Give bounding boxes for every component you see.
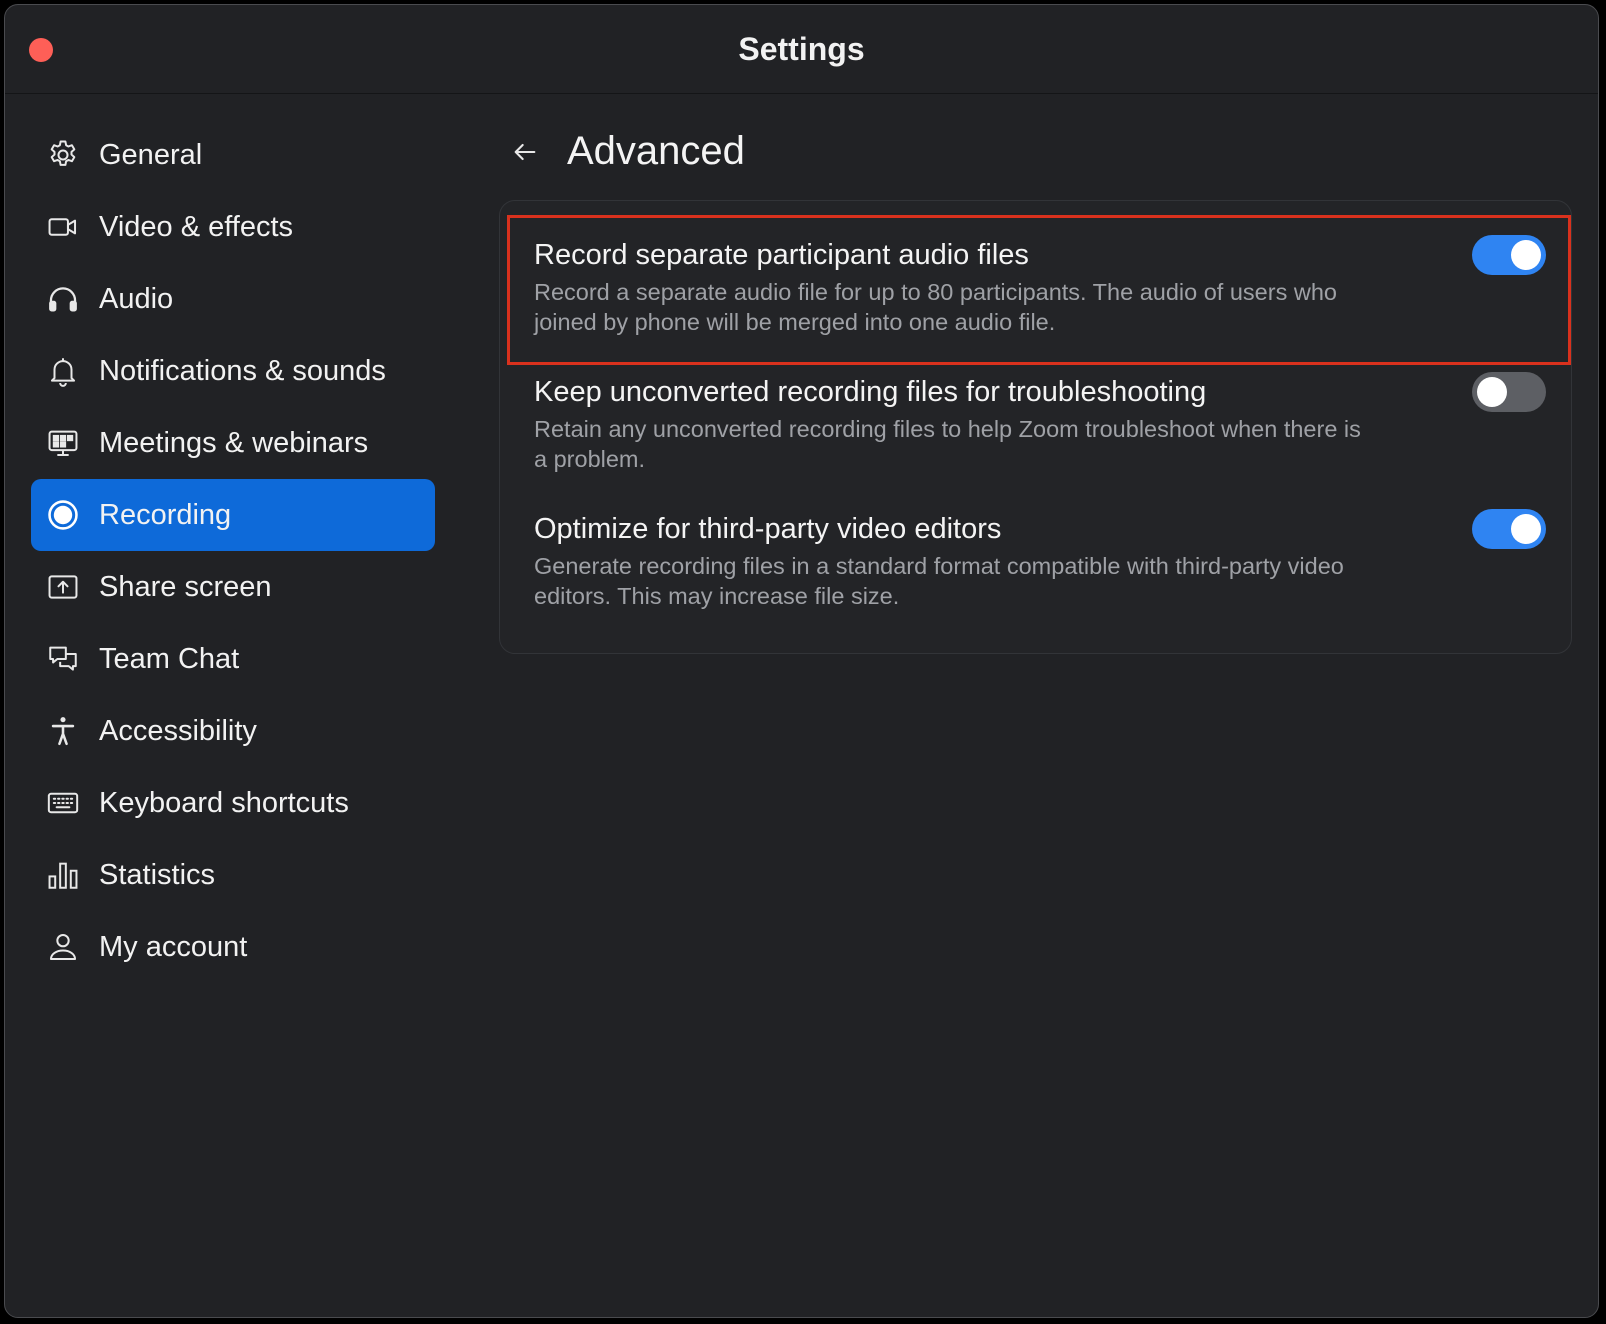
bell-icon	[45, 353, 81, 389]
sidebar-item-label: My account	[99, 930, 248, 963]
sidebar-item-label: Share screen	[99, 570, 272, 603]
sidebar: General Video & effects Audio Notificati…	[31, 119, 435, 983]
sidebar-item-label: Recording	[99, 498, 232, 531]
sidebar-item-label: Keyboard shortcuts	[99, 786, 349, 819]
sidebar-item-notifications-sounds[interactable]: Notifications & sounds	[31, 335, 435, 407]
setting-description: Generate recording files in a standard f…	[534, 553, 1344, 609]
page-title: Advanced	[567, 129, 745, 173]
content-header: Advanced	[505, 129, 745, 174]
setting-description: Record a separate audio file for up to 8…	[534, 279, 1337, 335]
sidebar-item-keyboard-shortcuts[interactable]: Keyboard shortcuts	[31, 767, 435, 839]
share-screen-icon	[45, 569, 81, 605]
sidebar-item-label: Notifications & sounds	[99, 354, 386, 387]
video-camera-icon	[45, 209, 81, 245]
sidebar-item-statistics[interactable]: Statistics	[31, 839, 435, 911]
sidebar-item-team-chat[interactable]: Team Chat	[31, 623, 435, 695]
accessibility-icon	[45, 713, 81, 749]
window-title: Settings	[738, 31, 865, 67]
sidebar-item-label: Accessibility	[99, 714, 257, 747]
setting-title: Keep unconverted recording files for tro…	[534, 376, 1207, 408]
settings-window: Settings General Video & effects Audio N…	[4, 4, 1599, 1318]
title-bar: Settings	[5, 5, 1598, 94]
back-button[interactable]	[505, 132, 545, 172]
sidebar-item-accessibility[interactable]: Accessibility	[31, 695, 435, 767]
optimize-editors-toggle[interactable]	[1472, 509, 1546, 549]
sidebar-item-label: Meetings & webinars	[99, 426, 369, 459]
sidebar-item-label: Audio	[99, 282, 174, 315]
setting-title: Optimize for third-party video editors	[534, 513, 1002, 545]
toggle-knob	[1511, 240, 1541, 270]
sidebar-item-video-effects[interactable]: Video & effects	[31, 191, 435, 263]
keep-unconverted-toggle[interactable]	[1472, 372, 1546, 412]
sidebar-item-label: General	[99, 138, 203, 171]
meetings-icon	[45, 425, 81, 461]
separate-audio-toggle[interactable]	[1472, 235, 1546, 275]
sidebar-item-label: Statistics	[99, 858, 216, 891]
sidebar-item-share-screen[interactable]: Share screen	[31, 551, 435, 623]
sidebar-item-audio[interactable]: Audio	[31, 263, 435, 335]
sidebar-item-meetings-webinars[interactable]: Meetings & webinars	[31, 407, 435, 479]
toggle-knob	[1477, 377, 1507, 407]
setting-description: Retain any unconverted recording files t…	[534, 416, 1361, 472]
sidebar-item-label: Video & effects	[99, 210, 294, 243]
sidebar-item-recording[interactable]: Recording	[31, 479, 435, 551]
setting-title: Record separate participant audio files	[534, 239, 1029, 271]
headphones-icon	[45, 281, 81, 317]
arrow-left-icon	[514, 143, 536, 160]
gear-icon	[45, 137, 81, 173]
toggle-knob	[1511, 514, 1541, 544]
sidebar-item-general[interactable]: General	[31, 119, 435, 191]
sidebar-item-my-account[interactable]: My account	[31, 911, 435, 983]
sidebar-item-label: Team Chat	[99, 642, 240, 675]
advanced-settings-panel: Record separate participant audio files …	[499, 200, 1572, 654]
record-icon	[45, 497, 81, 533]
bar-chart-icon	[45, 857, 81, 893]
chat-bubbles-icon	[45, 641, 81, 677]
keyboard-icon	[45, 785, 81, 821]
user-icon	[45, 929, 81, 965]
